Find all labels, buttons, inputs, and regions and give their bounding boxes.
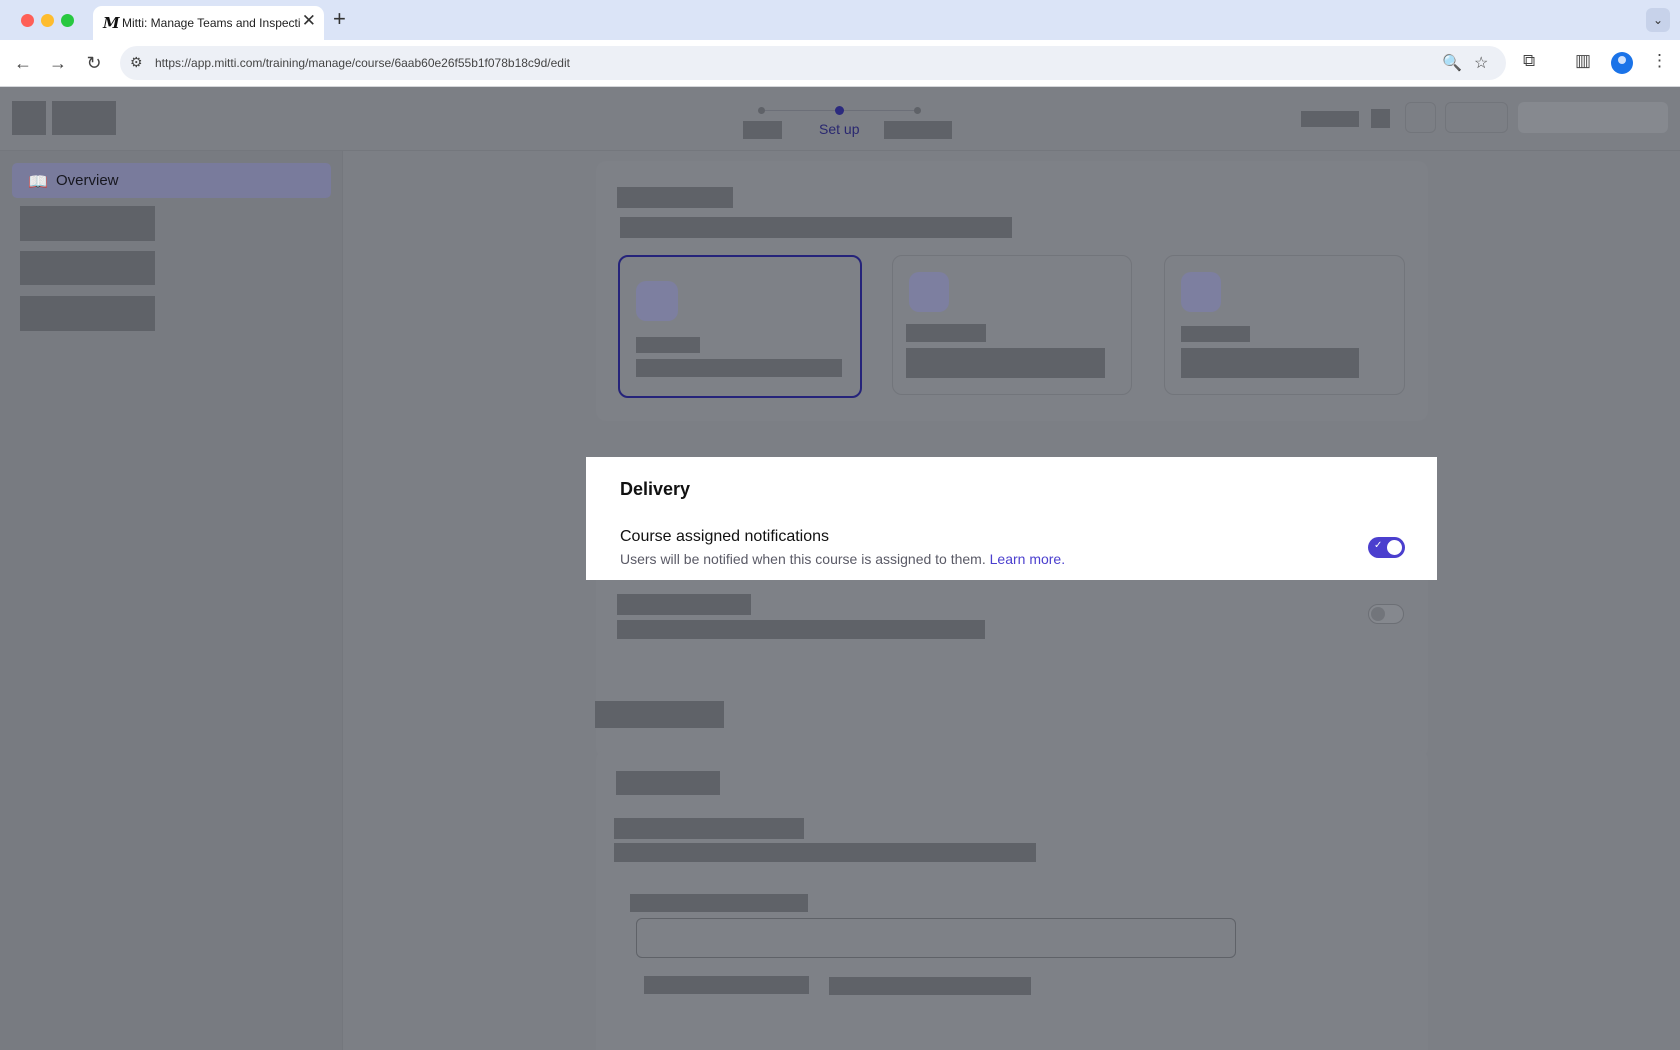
text-input-placeholder[interactable]	[636, 918, 1236, 958]
close-tab-icon[interactable]: ✕	[302, 11, 316, 31]
option-placeholder[interactable]	[829, 977, 1031, 995]
course-type-card	[596, 161, 1428, 421]
delivery-spotlight: Delivery Course assigned notifications U…	[586, 457, 1437, 580]
course-assigned-notifications-label: Course assigned notifications	[620, 528, 830, 545]
card-title-placeholder	[616, 771, 720, 795]
sidebar-item-overview[interactable]: 📖 Overview	[12, 163, 331, 198]
sidebar-item-placeholder[interactable]	[20, 206, 155, 241]
course-type-option-selected[interactable]	[618, 255, 862, 398]
browser-toolbar: ← → ↻ ⚙ https://app.mitti.com/training/m…	[0, 40, 1680, 87]
check-icon: ✓	[1374, 540, 1383, 551]
option-desc-placeholder	[906, 348, 1105, 378]
header-text-placeholder	[1301, 111, 1359, 127]
course-type-option[interactable]	[892, 255, 1132, 395]
profile-avatar-icon[interactable]	[1611, 52, 1633, 74]
stepper-dot-active	[835, 106, 844, 115]
forward-icon[interactable]: →	[45, 50, 71, 76]
option-placeholder[interactable]	[644, 976, 809, 994]
field-desc-placeholder	[614, 843, 1036, 862]
reload-icon[interactable]: ↻	[81, 50, 107, 76]
stepper-step-1-placeholder[interactable]	[743, 121, 782, 139]
stepper-dot-1	[758, 107, 765, 114]
browser-menu-icon[interactable]: ⋮	[1651, 51, 1668, 71]
sidebar-item-label: Overview	[56, 172, 119, 189]
section-heading-placeholder	[595, 701, 724, 728]
course-type-option[interactable]	[1164, 255, 1405, 395]
option-title-placeholder	[636, 337, 700, 353]
browser-tab[interactable]: M Mitti: Manage Teams and Inspection ✕	[93, 6, 324, 40]
header-button-placeholder-1[interactable]	[1405, 102, 1436, 133]
stepper-dot-3	[914, 107, 921, 114]
tab-search-icon[interactable]: ⌄	[1646, 8, 1670, 32]
input-label-placeholder	[630, 894, 808, 912]
tab-title: Mitti: Manage Teams and Inspection	[122, 16, 300, 30]
new-tab-icon[interactable]: +	[333, 6, 346, 32]
close-window-button[interactable]	[21, 14, 34, 27]
toggle-knob	[1387, 540, 1402, 555]
option-icon-placeholder	[909, 272, 949, 312]
url-text[interactable]: https://app.mitti.com/training/manage/co…	[155, 56, 570, 70]
minimize-window-button[interactable]	[41, 14, 54, 27]
learn-more-link[interactable]: Learn more.	[990, 551, 1065, 567]
address-bar[interactable]: ⚙ https://app.mitti.com/training/manage/…	[120, 46, 1506, 80]
browser-titlebar: M Mitti: Manage Teams and Inspection ✕ +…	[0, 0, 1680, 40]
option-title-placeholder	[906, 324, 986, 342]
settings-card	[596, 750, 1428, 1050]
course-assigned-notifications-desc: Users will be notified when this course …	[620, 551, 1065, 567]
zoom-icon[interactable]: 🔍	[1442, 53, 1462, 73]
stepper-step-setup[interactable]: Set up	[819, 121, 859, 137]
option-icon-placeholder	[1181, 272, 1221, 312]
app-logo-placeholder	[12, 101, 46, 135]
site-info-icon[interactable]: ⚙	[130, 54, 143, 71]
maximize-window-button[interactable]	[61, 14, 74, 27]
option-title-placeholder	[1181, 326, 1250, 342]
header-icon-placeholder[interactable]	[1371, 109, 1390, 128]
mitti-logo-icon: M	[103, 14, 120, 32]
side-panel-icon[interactable]: ▥	[1575, 51, 1591, 71]
setting-desc-placeholder	[617, 620, 985, 639]
header-button-placeholder-2[interactable]	[1445, 102, 1508, 133]
header-primary-button-placeholder[interactable]	[1518, 102, 1668, 133]
card-title-placeholder	[617, 187, 733, 208]
setting-title-placeholder	[617, 594, 751, 615]
field-label-placeholder	[614, 818, 804, 839]
sidebar-item-placeholder[interactable]	[20, 251, 155, 285]
extensions-icon[interactable]: ⧉	[1523, 51, 1535, 71]
option-desc-placeholder	[636, 359, 842, 377]
sidebar: 📖 Overview	[0, 151, 343, 1050]
option-icon-placeholder	[636, 281, 678, 321]
notification-desc-text: Users will be notified when this course …	[620, 551, 986, 567]
card-subtitle-placeholder	[620, 217, 1012, 238]
sidebar-item-placeholder[interactable]	[20, 296, 155, 331]
app-name-placeholder	[52, 101, 116, 135]
delivery-title: Delivery	[620, 479, 691, 499]
back-icon[interactable]: ←	[10, 50, 36, 76]
setting-toggle-off[interactable]	[1368, 604, 1404, 624]
option-desc-placeholder	[1181, 348, 1359, 378]
bookmark-star-icon[interactable]: ☆	[1474, 53, 1488, 73]
stepper-step-3-placeholder[interactable]	[884, 121, 952, 139]
course-assigned-notifications-toggle[interactable]: ✓	[1368, 537, 1405, 558]
book-icon: 📖	[28, 174, 48, 191]
app-header: Set up	[0, 88, 1680, 151]
